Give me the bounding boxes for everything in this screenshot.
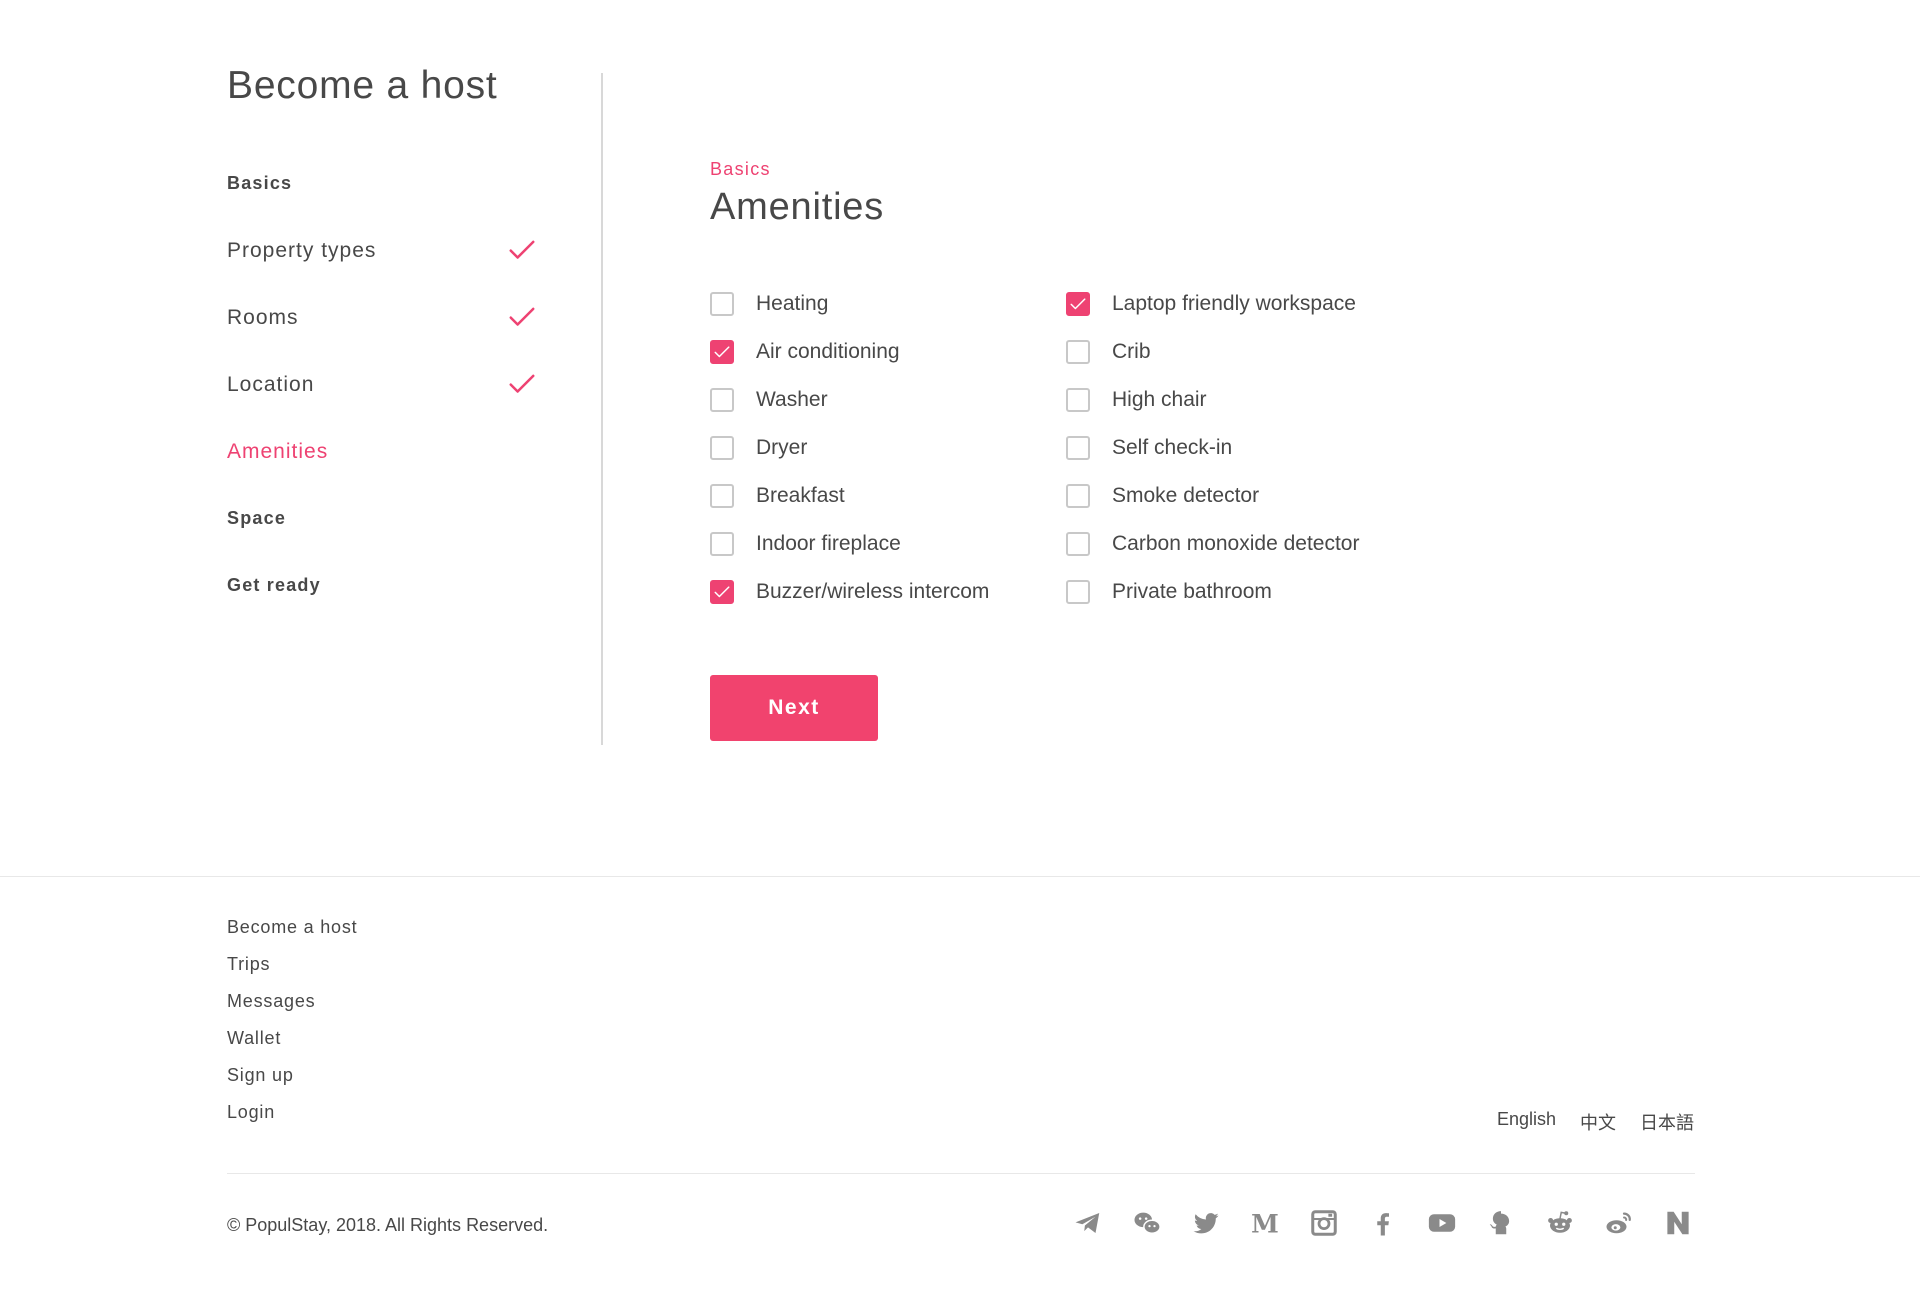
checkbox[interactable]: [1066, 340, 1090, 364]
amenity-label: Indoor fireplace: [756, 532, 901, 555]
checkbox[interactable]: [1066, 292, 1090, 316]
amenity-smoke-detector[interactable]: Smoke detector: [1066, 472, 1359, 520]
page-title: Become a host: [227, 64, 498, 107]
sidebar-item-label: Get ready: [227, 575, 321, 595]
sidebar-item-label: Property types: [227, 238, 377, 262]
checkbox[interactable]: [1066, 388, 1090, 412]
footer-link-wallet[interactable]: Wallet: [227, 1028, 357, 1065]
footer-link-trips[interactable]: Trips: [227, 954, 357, 991]
weibo-icon[interactable]: [1603, 1207, 1635, 1239]
checkmark-icon: [507, 369, 537, 399]
language-switcher: English 中文 日本語: [1497, 1109, 1694, 1135]
sidebar-item-label: Space: [227, 508, 287, 528]
sidebar-item-basics[interactable]: Basics: [227, 150, 537, 217]
amenity-label: Dryer: [756, 436, 808, 459]
sidebar-divider: [601, 73, 603, 745]
checkbox[interactable]: [710, 340, 734, 364]
amenity-label: Heating: [756, 292, 829, 315]
sidebar-item-space[interactable]: Space: [227, 485, 537, 552]
facebook-icon[interactable]: [1367, 1207, 1399, 1239]
github-icon[interactable]: [1485, 1207, 1517, 1239]
amenity-label: Crib: [1112, 340, 1151, 363]
amenity-label: Smoke detector: [1112, 484, 1260, 507]
host-steps-sidebar: Basics Property types Rooms Location Ame…: [227, 150, 537, 619]
wechat-icon[interactable]: [1131, 1207, 1163, 1239]
section-eyebrow: Basics: [710, 159, 771, 179]
checkbox[interactable]: [1066, 484, 1090, 508]
footer-link-login[interactable]: Login: [227, 1102, 357, 1139]
amenity-dryer[interactable]: Dryer: [710, 424, 989, 472]
checkbox[interactable]: [1066, 580, 1090, 604]
checkbox[interactable]: [1066, 436, 1090, 460]
checkbox[interactable]: [710, 436, 734, 460]
footer-link-messages[interactable]: Messages: [227, 991, 357, 1028]
amenity-self-check-in[interactable]: Self check-in: [1066, 424, 1359, 472]
amenity-heating[interactable]: Heating: [710, 280, 989, 328]
checkbox[interactable]: [710, 292, 734, 316]
sidebar-item-get-ready[interactable]: Get ready: [227, 552, 537, 619]
checkbox[interactable]: [710, 532, 734, 556]
sidebar-item-location[interactable]: Location: [227, 351, 537, 418]
footer-link-sign-up[interactable]: Sign up: [227, 1065, 357, 1102]
sidebar-item-label: Basics: [227, 173, 293, 193]
amenity-carbon-monoxide-detector[interactable]: Carbon monoxide detector: [1066, 520, 1359, 568]
footer-link-become-a-host[interactable]: Become a host: [227, 917, 357, 954]
reddit-icon[interactable]: [1544, 1207, 1576, 1239]
amenity-breakfast[interactable]: Breakfast: [710, 472, 989, 520]
section-title: Amenities: [710, 186, 885, 228]
checkbox[interactable]: [1066, 532, 1090, 556]
checkbox[interactable]: [710, 580, 734, 604]
footer-divider: [0, 876, 1920, 877]
svg-text:M: M: [1251, 1209, 1279, 1238]
sidebar-item-rooms[interactable]: Rooms: [227, 284, 537, 351]
amenity-label: Private bathroom: [1112, 580, 1272, 603]
amenity-label: Washer: [756, 388, 828, 411]
amenity-air-conditioning[interactable]: Air conditioning: [710, 328, 989, 376]
footer-links: Become a host Trips Messages Wallet Sign…: [227, 917, 357, 1139]
amenity-label: High chair: [1112, 388, 1207, 411]
medium-icon[interactable]: M: [1249, 1207, 1281, 1239]
sidebar-item-amenities[interactable]: Amenities: [227, 418, 537, 485]
sidebar-item-label: Rooms: [227, 305, 299, 329]
amenities-panel: Basics Amenities Heating Air conditioning…: [710, 155, 1359, 741]
amenity-indoor-fireplace[interactable]: Indoor fireplace: [710, 520, 989, 568]
social-links: M: [1072, 1207, 1694, 1239]
instagram-icon[interactable]: [1308, 1207, 1340, 1239]
amenity-label: Laptop friendly workspace: [1112, 292, 1356, 315]
twitter-icon[interactable]: [1190, 1207, 1222, 1239]
next-button[interactable]: Next: [710, 675, 878, 741]
amenities-column-left: Heating Air conditioning Washer Dryer Breakf…: [710, 280, 989, 616]
amenity-label: Air conditioning: [756, 340, 900, 363]
amenity-private-bathroom[interactable]: Private bathroom: [1066, 568, 1359, 616]
language-english[interactable]: English: [1497, 1109, 1556, 1135]
telegram-icon[interactable]: [1072, 1207, 1104, 1239]
checkmark-icon: [507, 235, 537, 265]
amenity-label: Buzzer/wireless intercom: [756, 580, 990, 603]
amenity-crib[interactable]: Crib: [1066, 328, 1359, 376]
amenity-washer[interactable]: Washer: [710, 376, 989, 424]
amenity-laptop-friendly-workspace[interactable]: Laptop friendly workspace: [1066, 280, 1359, 328]
amenity-label: Self check-in: [1112, 436, 1233, 459]
n-icon[interactable]: [1662, 1207, 1694, 1239]
sidebar-item-label: Amenities: [227, 439, 329, 463]
amenity-high-chair[interactable]: High chair: [1066, 376, 1359, 424]
footer-rule: [227, 1173, 1695, 1174]
language-japanese[interactable]: 日本語: [1640, 1109, 1694, 1135]
amenity-buzzer-wireless-intercom[interactable]: Buzzer/wireless intercom: [710, 568, 989, 616]
sidebar-item-property-types[interactable]: Property types: [227, 217, 537, 284]
checkbox[interactable]: [710, 388, 734, 412]
sidebar-item-label: Location: [227, 372, 315, 396]
checkmark-icon: [507, 302, 537, 332]
amenities-column-right: Laptop friendly workspace Crib High chair S…: [1066, 280, 1359, 616]
amenity-label: Carbon monoxide detector: [1112, 532, 1360, 555]
youtube-icon[interactable]: [1426, 1207, 1458, 1239]
checkbox[interactable]: [710, 484, 734, 508]
language-chinese[interactable]: 中文: [1580, 1109, 1616, 1135]
amenity-label: Breakfast: [756, 484, 845, 507]
copyright: © PopulStay, 2018. All Rights Reserved.: [227, 1215, 549, 1235]
